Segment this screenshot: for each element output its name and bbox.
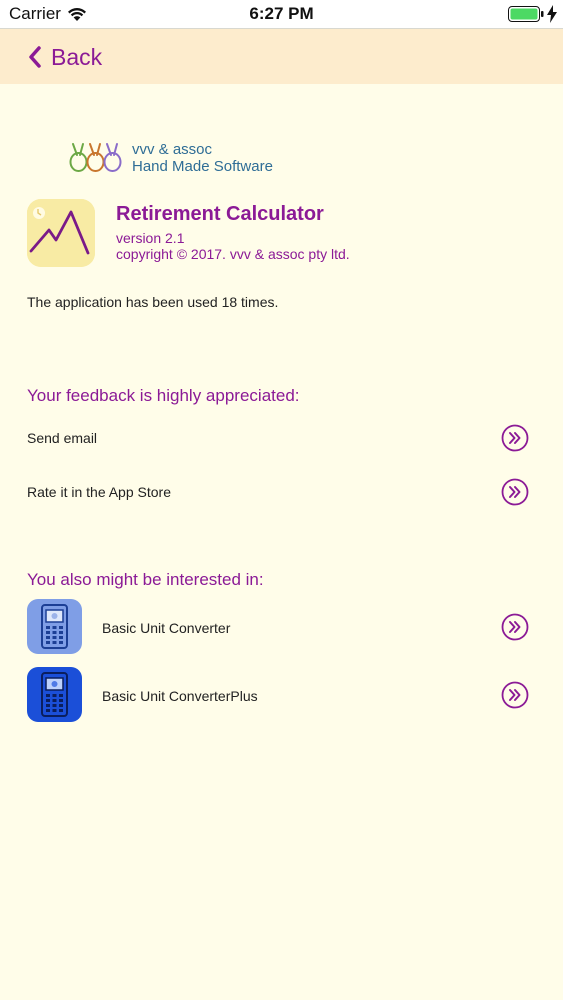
app-title: Retirement Calculator [116, 203, 324, 225]
feedback-heading: Your feedback is highly appreciated: [27, 386, 300, 405]
related-apps-heading: You also might be interested in: [27, 570, 264, 589]
double-chevron-right-icon[interactable] [501, 424, 529, 452]
basic-unit-converterplus-label: Basic Unit ConverterPlus [102, 688, 258, 704]
company-name-line1: vvv & assoc [132, 141, 213, 158]
basic-unit-converterplus-row[interactable]: Basic Unit ConverterPlus [0, 667, 563, 723]
usage-count-text: The application has been used 18 times. [27, 294, 279, 310]
retirement-calculator-app-icon [27, 199, 95, 267]
blue-calculator-app-icon [27, 667, 82, 722]
double-chevron-right-icon[interactable] [501, 478, 529, 506]
send-email-row[interactable]: Send email [0, 422, 563, 454]
light-calculator-app-icon [27, 599, 82, 654]
status-time: 6:27 PM [249, 4, 314, 23]
battery-icon [508, 6, 544, 22]
company-name: vvv & assoc Hand Made Software [132, 141, 273, 175]
nav-bar: Back [0, 29, 563, 84]
app-version: version 2.1 [116, 230, 185, 246]
company-name-line2: Hand Made Software [132, 158, 273, 175]
send-email-label: Send email [27, 430, 98, 446]
back-label: Back [51, 43, 103, 70]
rate-app-store-label: Rate it in the App Store [27, 484, 171, 500]
basic-unit-converter-label: Basic Unit Converter [102, 620, 231, 636]
app-copyright: copyright © 2017. vvv & assoc pty ltd. [116, 246, 350, 262]
peace-hands-logo-icon [69, 143, 122, 172]
basic-unit-converter-row[interactable]: Basic Unit Converter [0, 599, 563, 655]
chevron-left-icon [29, 46, 41, 68]
rate-app-store-row[interactable]: Rate it in the App Store [0, 476, 563, 508]
double-chevron-right-icon[interactable] [501, 681, 529, 709]
charging-bolt-icon [547, 5, 557, 23]
status-bar: Carrier 6:27 PM [0, 0, 563, 29]
back-button[interactable]: Back [27, 41, 102, 73]
double-chevron-right-icon[interactable] [501, 613, 529, 641]
